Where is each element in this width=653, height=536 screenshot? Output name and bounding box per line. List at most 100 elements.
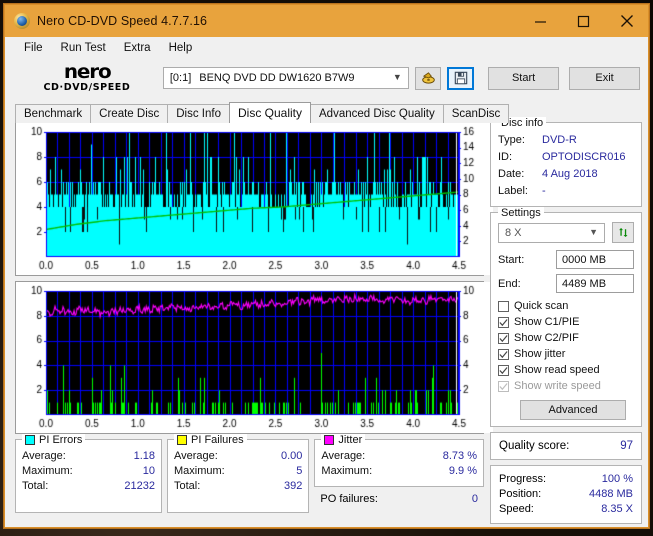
po-failures-label: PO failures: (320, 493, 378, 505)
quality-score-value: 97 (620, 440, 633, 452)
menu-item-help[interactable]: Help (160, 39, 202, 57)
disc-date-row: Date: 4 Aug 2018 (498, 166, 634, 183)
pie-read-speed-canvas (16, 123, 493, 275)
logo-line-nero: nero (63, 61, 112, 84)
disc-date-label: Date: (498, 168, 525, 180)
jitter-average-value: 8.73 % (442, 450, 477, 462)
nero-logo: nero CD·DVD∕SPEED (17, 63, 157, 93)
pif-jitter-graph (15, 281, 493, 434)
disc-id-label: ID: (498, 151, 513, 163)
pi-failures-total-row: Total: 392 (174, 479, 302, 494)
checkbox-box (498, 380, 509, 392)
speed-label: Speed: (499, 503, 534, 515)
menu-item-extra[interactable]: Extra (115, 39, 160, 57)
progress-row: Progress: 100 % (499, 472, 633, 487)
save-floppy-icon (454, 71, 468, 85)
close-icon[interactable] (605, 5, 648, 37)
drive-select[interactable]: [0:1] BENQ DVD DD DW1620 B7W9 ▼ (162, 67, 409, 89)
pi-failures-maximum-value: 5 (296, 465, 303, 477)
jitter-average-row: Average: 8.73 % (321, 449, 477, 464)
chevron-down-icon: ▼ (589, 226, 598, 237)
po-failures-row: PO failures: 0 (314, 487, 484, 507)
pi-failures-total-label: Total: (174, 480, 201, 492)
check-icon (499, 334, 508, 342)
menu-item-file[interactable]: File (15, 39, 52, 57)
start-button[interactable]: Start (488, 66, 560, 90)
jitter-legend-label: Jitter (338, 434, 363, 446)
tab-advanced-disc-quality[interactable]: Advanced Disc Quality (310, 104, 444, 123)
quality-score-box: Quality score: 97 (490, 432, 642, 460)
nero-disc-icon (14, 13, 30, 29)
drive-name: BENQ DVD DD DW1620 B7W9 (199, 72, 355, 84)
pi-errors-maximum-value: 10 (142, 465, 155, 477)
pi-errors-total-value: 21232 (124, 480, 155, 492)
minimize-icon[interactable] (519, 5, 562, 37)
checkbox-label: Show C2/PIF (514, 332, 579, 344)
checkbox-show-read-speed[interactable]: Show read speed (498, 362, 634, 378)
end-row: End: 4489 MB (498, 274, 634, 293)
tab-scandisc[interactable]: ScanDisc (442, 104, 510, 123)
checkbox-show-write-speed: Show write speed (498, 378, 634, 394)
end-label: End: (498, 277, 521, 290)
settings-legend: Settings (498, 207, 544, 219)
speed-select[interactable]: 8 X ▼ (498, 222, 605, 243)
tab-disc-info[interactable]: Disc Info (167, 104, 230, 123)
jitter-maximum-row: Maximum: 9.9 % (321, 464, 477, 479)
position-label: Position: (499, 488, 542, 500)
checkbox-show-c2-pif[interactable]: Show C2/PIF (498, 330, 634, 346)
window-controls (519, 5, 648, 37)
progress-label: Progress: (499, 473, 547, 485)
toolbar: nero CD·DVD∕SPEED [0:1] BENQ DVD DD DW16… (5, 59, 648, 97)
start-input[interactable]: 0000 MB (556, 250, 634, 269)
speed-row: Speed: 8.35 X (499, 502, 633, 517)
save-button[interactable] (447, 66, 475, 90)
pi-errors-legend-label: PI Errors (39, 434, 83, 446)
po-failures-value: 0 (471, 493, 478, 505)
check-icon (499, 366, 508, 374)
pi-errors-maximum-row: Maximum: 10 (22, 464, 155, 479)
checkbox-box (498, 364, 509, 376)
pi-failures-legend: PI Failures (174, 434, 247, 446)
checkbox-label: Show C1/PIE (514, 316, 580, 328)
start-row: Start: 0000 MB (498, 250, 634, 269)
checkbox-label: Quick scan (514, 300, 569, 312)
pi-errors-box: PI Errors Average: 1.18 Maximum: 10 Tota… (15, 434, 162, 513)
title-bar: Nero CD-DVD Speed 4.7.7.16 (5, 5, 648, 37)
tab-create-disc[interactable]: Create Disc (90, 104, 169, 123)
disc-id-value: OPTODISCR016 (542, 151, 626, 163)
disc-type-label: Type: (498, 134, 525, 146)
check-icon (499, 318, 508, 326)
tab-benchmark[interactable]: Benchmark (15, 104, 92, 123)
maximize-icon[interactable] (562, 5, 605, 37)
refresh-button[interactable] (612, 222, 634, 243)
window-title: Nero CD-DVD Speed 4.7.7.16 (37, 14, 208, 28)
checkbox-box (498, 348, 509, 360)
exit-button[interactable]: Exit (569, 66, 640, 90)
checkbox-box (498, 316, 509, 328)
pif-jitter-canvas (16, 282, 493, 433)
checkbox-show-jitter[interactable]: Show jitter (498, 346, 634, 362)
application-window: Nero CD-DVD Speed 4.7.7.16 File Run Test… (4, 4, 649, 528)
pi-errors-legend: PI Errors (22, 434, 86, 446)
pi-failures-total-value: 392 (284, 480, 303, 492)
checkbox-quick-scan[interactable]: Quick scan (498, 298, 634, 314)
checkbox-show-c1-pie[interactable]: Show C1/PIE (498, 314, 634, 330)
eject-disc-button[interactable] (414, 66, 442, 90)
speed-select-value: 8 X (505, 226, 522, 239)
check-icon (499, 350, 508, 358)
menu-item-run-test[interactable]: Run Test (52, 39, 115, 57)
settings-box: Settings 8 X ▼ Start: 0000 MB End: 4489 … (490, 207, 642, 427)
drive-id: [0:1] (169, 72, 192, 84)
advanced-button[interactable]: Advanced (520, 400, 626, 420)
disc-type-value: DVD-R (542, 134, 577, 146)
speed-line: 8 X ▼ (498, 222, 634, 243)
jitter-color-swatch (324, 435, 335, 445)
pi-failures-average-row: Average: 0.00 (174, 449, 302, 464)
check-icon (499, 382, 508, 390)
tab-disc-quality[interactable]: Disc Quality (229, 102, 312, 123)
end-input[interactable]: 4489 MB (556, 274, 634, 293)
pi-errors-color-swatch (25, 435, 35, 445)
disc-id-row: ID: OPTODISCR016 (498, 149, 634, 166)
pi-failures-maximum-row: Maximum: 5 (174, 464, 302, 479)
jitter-maximum-value: 9.9 % (448, 465, 477, 477)
